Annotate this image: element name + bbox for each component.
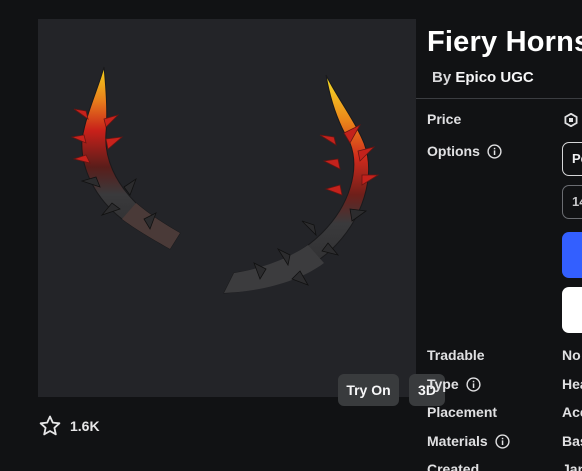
- type-label: Type: [427, 376, 481, 392]
- divider: [416, 98, 582, 99]
- options-label-text: Options: [427, 143, 480, 159]
- options-label: Options: [427, 143, 502, 159]
- robux-icon: [564, 113, 578, 127]
- tradable-label-text: Tradable: [427, 347, 485, 363]
- by-prefix: By: [432, 69, 452, 86]
- placement-label-text: Placement: [427, 404, 498, 420]
- star-icon[interactable]: [38, 414, 62, 438]
- materials-label-text: Materials: [427, 433, 488, 449]
- item-thumbnail: [70, 66, 380, 294]
- placement-value: Acc: [562, 404, 582, 420]
- created-label: Created: [427, 461, 479, 471]
- price-label: Price: [427, 111, 461, 127]
- materials-label: Materials: [427, 433, 510, 449]
- info-icon[interactable]: [487, 143, 502, 159]
- buy-button[interactable]: [562, 232, 582, 278]
- created-label-text: Created: [427, 461, 480, 471]
- materials-value: Bas: [562, 433, 582, 449]
- info-icon[interactable]: [495, 433, 510, 449]
- creator-link[interactable]: Epico UGC: [455, 69, 533, 86]
- try-on-button[interactable]: Try On: [338, 374, 399, 406]
- created-value: Jan: [562, 461, 582, 471]
- item-title: Fiery Horns: [427, 26, 582, 58]
- creator-byline: By Epico UGC: [432, 69, 534, 86]
- info-icon[interactable]: [466, 376, 481, 392]
- favorite-control[interactable]: 1.6K: [38, 414, 100, 438]
- type-value: Hea: [562, 376, 582, 392]
- type-label-text: Type: [427, 376, 459, 392]
- item-preview[interactable]: Try On 3D: [38, 19, 445, 406]
- item-page: Try On 3D 1.6K Fiery Horns By Epico UGC …: [0, 0, 582, 471]
- tradable-value: No: [562, 347, 581, 363]
- favorite-count: 1.6K: [70, 418, 100, 434]
- option-select-2[interactable]: 14: [562, 185, 582, 219]
- option-select-1[interactable]: Pe: [562, 142, 582, 176]
- secondary-action-button[interactable]: [562, 287, 582, 333]
- tradable-label: Tradable: [427, 347, 485, 363]
- price-label-text: Price: [427, 111, 462, 127]
- placement-label: Placement: [427, 404, 497, 420]
